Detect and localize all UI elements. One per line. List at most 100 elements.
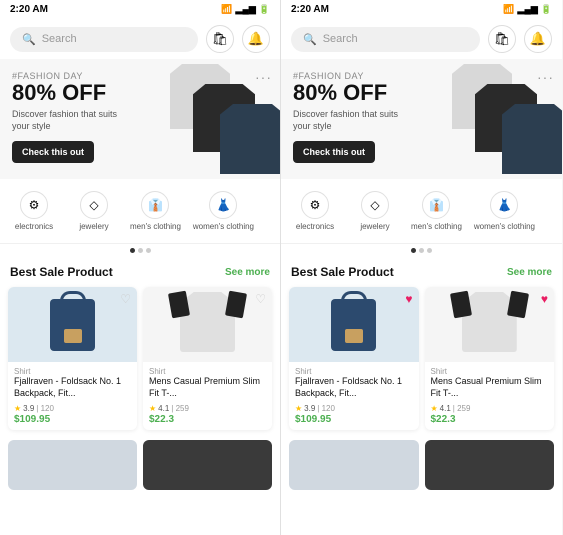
cart-button-right[interactable]: 🛍: [488, 25, 516, 53]
banner-button-left[interactable]: Check this out: [12, 141, 94, 163]
bell-button-right[interactable]: 🔔: [524, 25, 552, 53]
star-icon-bag-right: ★: [295, 404, 302, 413]
product-type-shirt-right: Shirt: [431, 367, 549, 376]
wifi-icon: 📶: [221, 4, 232, 15]
mini-card-1-left[interactable]: [8, 440, 137, 490]
category-mens-left[interactable]: 👔 men's clothing: [124, 187, 187, 235]
see-more-left[interactable]: See more: [225, 267, 270, 278]
products-row-left: ♡ Shirt Fjallraven - Foldsack No. 1 Back…: [0, 283, 280, 438]
product-info-shirt-left: Shirt Mens Casual Premium Slim Fit T-...…: [143, 362, 272, 430]
banner-right: #FASHION DAY 80% OFF Discover fashion th…: [281, 59, 562, 179]
bag-illustration-left: [50, 299, 95, 351]
products-row-right: ♥ Shirt Fjallraven - Foldsack No. 1 Back…: [281, 283, 562, 438]
categories-left: ⚙ electronics ◇ jewelery 👔 men's clothin…: [0, 179, 280, 244]
electronics-icon-left: ⚙: [20, 191, 48, 219]
shirt-sleeve-left-1: [168, 291, 190, 319]
product-card-shirt-right[interactable]: ♥ Shirt Mens Casual Premium Slim Fit T-.…: [425, 287, 555, 430]
product-img-shirt-left: ♡: [143, 287, 272, 362]
category-jewelery-right[interactable]: ◇ jewelery: [345, 187, 405, 235]
category-jewelery-left[interactable]: ◇ jewelery: [64, 187, 124, 235]
dot-3-right: [427, 248, 432, 253]
category-electronics-right[interactable]: ⚙ electronics: [285, 187, 345, 235]
product-name-bag-left: Fjallraven - Foldsack No. 1 Backpack, Fi…: [14, 376, 131, 402]
status-icons-right: 📶 ▂▄▆ 🔋: [503, 4, 552, 15]
jewelery-label-left: jewelery: [79, 222, 108, 231]
wifi-icon-right: 📶: [503, 4, 514, 15]
dot-2-right: [419, 248, 424, 253]
banner-desc-right: Discover fashion that suits your style: [293, 109, 403, 132]
rating-count-bag-left: | 120: [36, 404, 54, 413]
product-card-bag-right[interactable]: ♥ Shirt Fjallraven - Foldsack No. 1 Back…: [289, 287, 419, 430]
cart-button-left[interactable]: 🛍: [206, 25, 234, 53]
banner-button-right[interactable]: Check this out: [293, 141, 375, 163]
section-header-right: Best Sale Product See more: [281, 257, 562, 283]
mens-label-right: men's clothing: [411, 222, 462, 231]
banner-left: #FASHION DAY 80% OFF Discover fashion th…: [0, 59, 280, 179]
heart-icon-shirt-right[interactable]: ♥: [541, 292, 548, 306]
electronics-icon-right: ⚙: [301, 191, 329, 219]
star-icon-shirt-left: ★: [149, 404, 156, 413]
mens-icon-right: 👔: [422, 191, 450, 219]
search-input-left[interactable]: 🔍 Search: [10, 27, 198, 52]
banner-desc-left: Discover fashion that suits your style: [12, 109, 122, 132]
product-price-shirt-right: $22.3: [431, 414, 549, 425]
shirt-sleeve-right-2: [507, 291, 529, 319]
product-rating-bag-left: ★ 3.9 | 120: [14, 404, 131, 413]
product-rating-shirt-right: ★ 4.1 | 259: [431, 404, 549, 413]
product-price-shirt-left: $22.3: [149, 414, 266, 425]
heart-icon-bag-left[interactable]: ♡: [120, 292, 131, 306]
category-womens-left[interactable]: 👗 women's clothing: [187, 187, 260, 235]
banner-more-left[interactable]: ···: [255, 69, 272, 85]
status-bar-right: 2:20 AM 📶 ▂▄▆ 🔋: [281, 0, 562, 19]
shirt-product-right: [462, 292, 517, 357]
bag-patch-right: [345, 329, 363, 343]
dot-3-left: [146, 248, 151, 253]
search-bar-right: 🔍 Search 🛍 🔔: [281, 19, 562, 59]
mini-card-2-left[interactable]: [143, 440, 272, 490]
mini-card-1-right[interactable]: [289, 440, 419, 490]
more-products-left: [0, 438, 280, 496]
header-icons-left: 🛍 🔔: [206, 25, 270, 53]
search-placeholder-left: Search: [42, 33, 77, 45]
mini-card-2-right[interactable]: [425, 440, 555, 490]
bell-button-left[interactable]: 🔔: [242, 25, 270, 53]
bag-patch-left: [64, 329, 82, 343]
category-mens-right[interactable]: 👔 men's clothing: [405, 187, 468, 235]
search-bar-left: 🔍 Search 🛍 🔔: [0, 19, 280, 59]
status-icons-left: 📶 ▂▄▆ 🔋: [221, 4, 270, 15]
signal-icon-right: ▂▄▆: [518, 4, 538, 15]
heart-icon-bag-right[interactable]: ♥: [405, 292, 412, 306]
battery-icon-right: 🔋: [541, 4, 552, 15]
product-price-bag-right: $109.95: [295, 414, 413, 425]
heart-icon-shirt-left[interactable]: ♡: [255, 292, 266, 306]
section-title-left: Best Sale Product: [10, 265, 113, 279]
status-bar-left: 2:20 AM 📶 ▂▄▆ 🔋: [0, 0, 280, 19]
product-type-shirt-left: Shirt: [149, 367, 266, 376]
see-more-right[interactable]: See more: [507, 267, 552, 278]
category-womens-right[interactable]: 👗 women's clothing: [468, 187, 541, 235]
rating-count-shirt-left: | 259: [171, 404, 189, 413]
product-card-bag-left[interactable]: ♡ Shirt Fjallraven - Foldsack No. 1 Back…: [8, 287, 137, 430]
dots-right: [281, 244, 562, 257]
electronics-label-right: electronics: [296, 222, 334, 231]
product-info-shirt-right: Shirt Mens Casual Premium Slim Fit T-...…: [425, 362, 555, 430]
dots-left: [0, 244, 280, 257]
banner-more-right[interactable]: ···: [537, 69, 554, 85]
search-placeholder-right: Search: [323, 33, 358, 45]
search-input-right[interactable]: 🔍 Search: [291, 27, 480, 52]
product-type-bag-left: Shirt: [14, 367, 131, 376]
product-card-shirt-left[interactable]: ♡ Shirt Mens Casual Premium Slim Fit T-.…: [143, 287, 272, 430]
section-title-right: Best Sale Product: [291, 265, 394, 279]
star-icon-bag-left: ★: [14, 404, 21, 413]
shirt-product-left: [180, 292, 235, 357]
dot-1-left: [130, 248, 135, 253]
category-electronics-left[interactable]: ⚙ electronics: [4, 187, 64, 235]
section-header-left: Best Sale Product See more: [0, 257, 280, 283]
womens-label-left: women's clothing: [193, 222, 254, 231]
product-img-bag-left: ♡: [8, 287, 137, 362]
more-products-right: [281, 438, 562, 496]
left-screen: 2:20 AM 📶 ▂▄▆ 🔋 🔍 Search 🛍 🔔 #FASHION DA…: [0, 0, 281, 535]
product-type-bag-right: Shirt: [295, 367, 413, 376]
electronics-label-left: electronics: [15, 222, 53, 231]
womens-label-right: women's clothing: [474, 222, 535, 231]
